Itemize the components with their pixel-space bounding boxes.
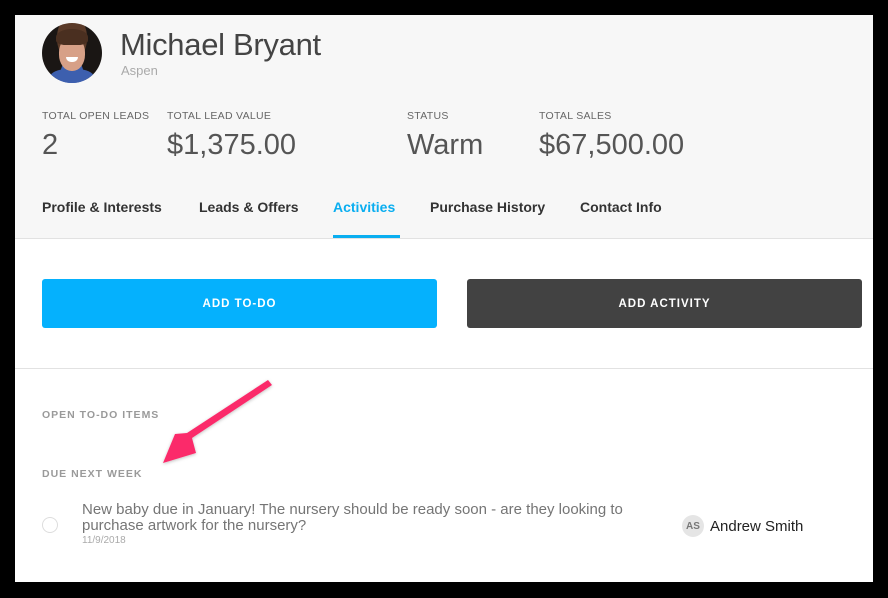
contact-name: Michael Bryant: [120, 27, 321, 62]
stat-label: TOTAL LEAD VALUE: [167, 110, 272, 122]
todo-complete-radio[interactable]: [42, 517, 58, 533]
avatar-hair: [56, 29, 88, 45]
tab-activities[interactable]: Activities: [333, 199, 395, 215]
stat-value: Warm: [407, 129, 484, 161]
stat-lead-value: TOTAL LEAD VALUE $1,375.00: [167, 110, 296, 162]
todo-assignee: AS Andrew Smith: [682, 515, 803, 537]
contact-location: Aspen: [121, 63, 158, 78]
stat-label: STATUS: [407, 110, 449, 122]
stat-open-leads: TOTAL OPEN LEADS 2: [42, 110, 149, 162]
open-todo-heading: OPEN TO-DO ITEMS: [42, 409, 160, 421]
tab-contact-info[interactable]: Contact Info: [580, 199, 662, 215]
todo-date: 11/9/2018: [82, 535, 126, 546]
add-todo-button[interactable]: ADD TO-DO: [42, 279, 437, 328]
active-tab-indicator: [333, 235, 400, 238]
assignee-name: Andrew Smith: [710, 517, 804, 535]
section-divider: [15, 368, 873, 369]
due-next-week-heading: DUE NEXT WEEK: [42, 468, 143, 480]
stat-label: TOTAL SALES: [539, 110, 612, 122]
tab-leads-offers[interactable]: Leads & Offers: [199, 199, 299, 215]
add-activity-button[interactable]: ADD ACTIVITY: [467, 279, 862, 328]
stat-value: 2: [42, 129, 59, 161]
contact-header: Michael Bryant Aspen TOTAL OPEN LEADS 2 …: [15, 15, 873, 239]
todo-text: New baby due in January! The nursery sho…: [82, 501, 623, 534]
tab-profile-interests[interactable]: Profile & Interests: [42, 199, 162, 215]
stat-value: $1,375.00: [167, 129, 297, 161]
assignee-avatar: AS: [682, 515, 704, 537]
stat-value: $67,500.00: [539, 129, 685, 161]
stat-status: STATUS Warm: [407, 110, 483, 162]
contact-window: Michael Bryant Aspen TOTAL OPEN LEADS 2 …: [15, 15, 873, 582]
stat-total-sales: TOTAL SALES $67,500.00: [539, 110, 684, 162]
avatar: [42, 23, 102, 83]
tab-purchase-history[interactable]: Purchase History: [430, 199, 545, 215]
stat-label: TOTAL OPEN LEADS: [42, 110, 150, 122]
avatar-shirt: [50, 69, 94, 83]
